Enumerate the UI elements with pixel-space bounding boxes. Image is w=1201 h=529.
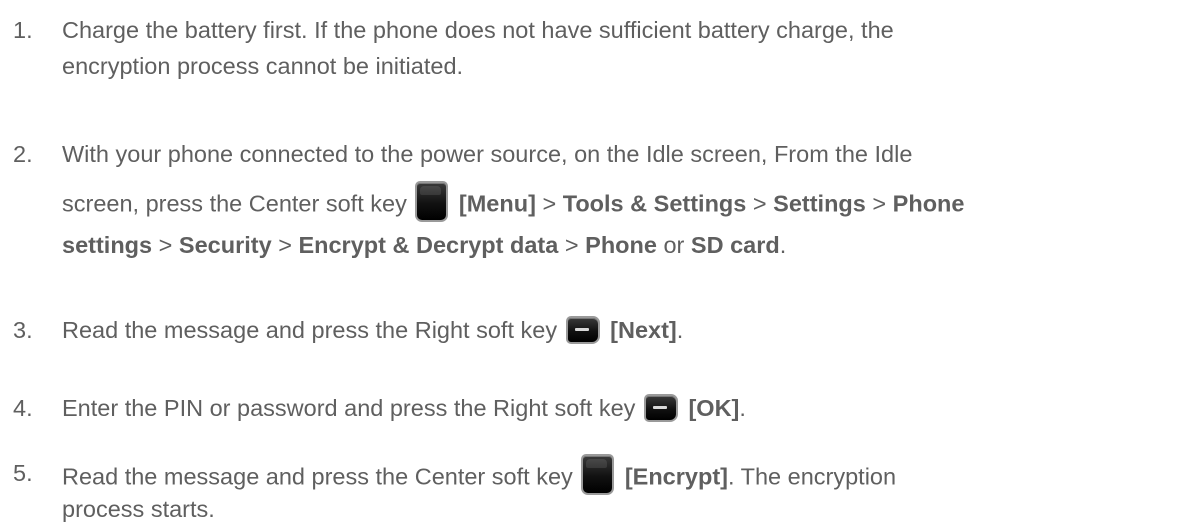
step-text: encryption process cannot be initiated. [62,53,464,79]
right-soft-key-icon [643,393,678,422]
menu-path-settings: Settings [773,190,866,217]
step-text: settings > Security > Encrypt & Decrypt … [62,230,786,260]
text: or [663,232,685,258]
menu-path-phone: Phone [585,232,657,258]
key-label: [Next] [610,317,677,343]
separator: > [542,190,557,217]
menu-path-security: Security [178,232,272,258]
step-number: 5. [13,460,33,486]
menu-path-settings-word: settings [62,232,153,258]
step-number: 3. [13,317,33,343]
step-text: screen, press the Center soft key [Menu]… [62,181,965,222]
center-soft-key-icon [581,454,615,495]
center-soft-key-icon [415,181,449,222]
menu-path-encrypt-decrypt: Encrypt & Decrypt data [298,232,559,258]
menu-path-phone-word: Phone [892,190,965,217]
separator: > [564,232,579,258]
step-number: 4. [13,395,33,421]
text: . [676,317,684,343]
step-number: 2. [13,141,33,167]
key-label: [Encrypt] [624,463,728,490]
separator: > [872,190,887,217]
text: . [739,395,746,421]
menu-path-tools: Tools & Settings [562,190,747,217]
step-text: Read the message and press the Center so… [62,454,897,495]
step-text: Enter the PIN or password and press the … [62,393,746,423]
separator: > [158,232,173,258]
text: . The encryption [727,463,897,490]
text: Read the message and press the Right sof… [62,317,558,343]
instruction-steps: 1. Charge the battery first. If the phon… [0,0,1201,529]
step-text: Charge the battery first. If the phone d… [62,17,894,43]
step-text: process starts. [62,496,215,522]
step-text: Read the message and press the Right sof… [62,315,683,345]
menu-label: [Menu] [458,190,536,217]
menu-path-sd-card: SD card [690,232,780,258]
text: screen, press the Center soft key [62,190,407,217]
text: Read the message and press the Center so… [62,463,573,490]
separator: > [278,232,292,258]
key-label: [OK] [688,395,740,421]
separator: > [752,190,767,217]
text: Enter the PIN or password and press the … [62,395,636,421]
right-soft-key-icon [565,315,600,344]
step-text: With your phone connected to the power s… [62,141,913,167]
step-number: 1. [13,17,33,43]
text: . [779,232,787,258]
